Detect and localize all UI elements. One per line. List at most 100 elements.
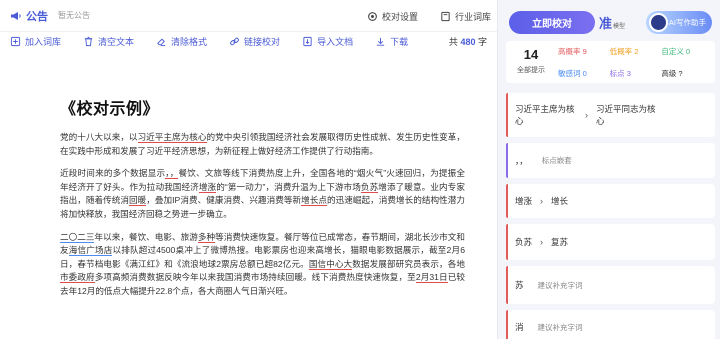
stat-value: 3	[626, 69, 631, 78]
add-dict-button[interactable]: 加入词库	[10, 35, 61, 48]
import-icon	[303, 36, 312, 46]
word-count-prefix: 共	[448, 36, 458, 47]
suggestion-replacement[interactable]: 复苏	[551, 236, 568, 248]
download-icon	[376, 37, 385, 46]
link-proofread-button[interactable]: 链接校对	[229, 35, 280, 48]
error-mark[interactable]: 市委政府	[60, 272, 95, 284]
model-sub-label: 模型	[613, 24, 626, 30]
suggestion-replacement[interactable]: 习近平同志为核心	[596, 103, 658, 127]
suggestion-hint: 标点嵌套	[541, 156, 572, 165]
notice-label: 公告	[26, 10, 48, 23]
ai-avatar	[649, 13, 668, 32]
stat-value: 0	[685, 47, 691, 56]
stat-value: 2	[634, 47, 639, 56]
error-mark[interactable]: 回暖	[129, 195, 147, 207]
stat-label: 敏感词	[558, 69, 581, 78]
error-mark[interactable]: 负苏	[360, 181, 379, 193]
clear-format-button[interactable]: 清除格式	[156, 35, 207, 48]
error-mark[interactable]: 二〇二三	[60, 231, 95, 243]
suggestion-original: 增涨	[515, 196, 533, 206]
text-span: 的“第一动力”，消费升温为上下游市场	[216, 181, 361, 192]
paragraph-1: 党的十八大以来，以习近平主席为核心的党中央引领我国经济社会发展取得历史性成就、发…	[60, 131, 465, 158]
error-mark[interactable]: 增涨	[198, 181, 217, 193]
stat-label: 自定义	[661, 47, 684, 56]
suggestion-strip	[506, 184, 508, 218]
download-button[interactable]: 下载	[375, 35, 408, 48]
suggestion-original: 消	[515, 322, 524, 332]
suggestion-hint: 建议补充字词	[537, 322, 583, 332]
clear-format-icon	[157, 38, 166, 46]
check-now-button[interactable]: 立即校对	[509, 11, 595, 34]
add-dict-icon	[10, 36, 21, 46]
word-count: 共 480 字	[449, 35, 487, 48]
text-span: 近段时间来的多个数据显示	[60, 168, 166, 179]
megaphone-icon	[11, 11, 21, 20]
stat-item[interactable]: 标点 3	[610, 68, 662, 79]
notice-bar: 公告 暂无公告 校对设置 行业词库	[0, 0, 497, 32]
arrow-right-icon: ›	[585, 110, 588, 120]
stat-item[interactable]: 高概率 9	[558, 46, 610, 57]
arrow-right-icon: ›	[540, 196, 544, 206]
notice-text: 暂无公告	[58, 11, 90, 20]
text-span: 多项高频消费数据反映今年以来我国消费市场持续回暖。线下消费热度快速恢复，至	[94, 272, 416, 283]
industry-dict-button[interactable]: 行业词库	[440, 10, 491, 23]
industry-dict-label: 行业词库	[454, 11, 491, 22]
total-hints[interactable]: 14 全部提示	[512, 47, 550, 75]
text-span: 年以来，餐饮、电影、旅游	[94, 231, 198, 242]
suggestion-original: 负苏	[515, 237, 533, 247]
stat-label: 高级	[661, 69, 677, 78]
error-mark[interactable]: 增长点	[301, 195, 327, 207]
book-icon	[441, 11, 450, 21]
arrow-right-icon: ›	[540, 237, 544, 247]
proofread-settings-button[interactable]: 校对设置	[367, 10, 418, 23]
suggestion-card[interactable]: 增涨 › 增长	[506, 184, 715, 218]
error-mark[interactable]: 海信广场店	[68, 245, 113, 257]
stat-item[interactable]: 敏感词 0	[558, 68, 610, 79]
gear-icon	[368, 11, 377, 21]
error-mark[interactable]: 国信中心大	[308, 258, 353, 270]
suggestion-original: 习近平主席为核心	[515, 104, 575, 126]
stat-value: 9	[582, 47, 587, 56]
stat-value: 0	[582, 69, 587, 78]
ai-assistant-button[interactable]: AI写作助手	[646, 11, 712, 34]
paragraph-2: 近段时间来的多个数据显示，，餐饮、文旅等线下消费热度上升，全国各地的“烟火气”火…	[60, 167, 465, 221]
suggestion-card[interactable]: ，， 标点嵌套	[506, 143, 715, 178]
clear-text-button[interactable]: 清空文本	[83, 35, 134, 48]
suggestion-card[interactable]: 消 建议补充字词	[506, 310, 715, 339]
clear-format-label: 清除格式	[171, 36, 208, 47]
text-span: 数据发展部研究员表示，各地	[352, 258, 465, 269]
text-span: 党的十八大以来，以	[60, 132, 138, 142]
stats-card: 14 全部提示 高概率 9 低概率 2 自定义 0 敏感词 0 标点 3 高级 ?	[506, 41, 715, 83]
suggestion-strip	[506, 143, 508, 178]
stat-item[interactable]: 低概率 2	[610, 46, 662, 57]
stat-item[interactable]: 高级 ?	[661, 68, 713, 79]
text-span: ，叠加IP消费、健康消费、兴趣消费等新	[146, 195, 302, 206]
total-label: 全部提示	[517, 67, 545, 74]
model-selector[interactable]: 准模型	[599, 13, 625, 32]
word-count-suffix: 字	[477, 36, 487, 47]
clear-text-label: 清空文本	[98, 36, 135, 47]
suggestion-strip	[506, 93, 508, 137]
error-mark[interactable]: 2月31日	[415, 272, 448, 284]
suggestion-original: ，，	[515, 155, 528, 166]
suggestion-replacement[interactable]: 增长	[551, 195, 568, 207]
download-label: 下载	[390, 36, 409, 47]
suggestion-hint: 建议补充字词	[537, 280, 583, 290]
suggestion-strip	[506, 310, 508, 339]
ai-assistant-label: AI写作助手	[668, 18, 706, 27]
error-mark[interactable]: 习近平主席为核心	[137, 132, 207, 143]
suggestion-strip	[506, 266, 508, 304]
error-mark[interactable]: 多种	[197, 231, 216, 243]
total-count: 14	[523, 47, 539, 62]
suggestion-strip	[506, 224, 508, 260]
import-doc-button[interactable]: 导入文档	[302, 35, 353, 48]
word-count-value: 480	[460, 36, 476, 47]
stat-item[interactable]: 自定义 0	[661, 46, 713, 57]
proofread-settings-label: 校对设置	[381, 11, 418, 22]
suggestion-card[interactable]: 苏 建议补充字词	[506, 266, 715, 304]
stat-label: 标点	[609, 69, 625, 78]
suggestion-card[interactable]: 习近平主席为核心 › 习近平同志为核心	[506, 93, 715, 137]
document-editor[interactable]: 《校对示例》 党的十八大以来，以习近平主席为核心的党中央引领我国经济社会发展取得…	[60, 95, 465, 308]
error-mark[interactable]: ，，	[165, 168, 179, 180]
suggestion-card[interactable]: 负苏 › 复苏	[506, 224, 715, 260]
